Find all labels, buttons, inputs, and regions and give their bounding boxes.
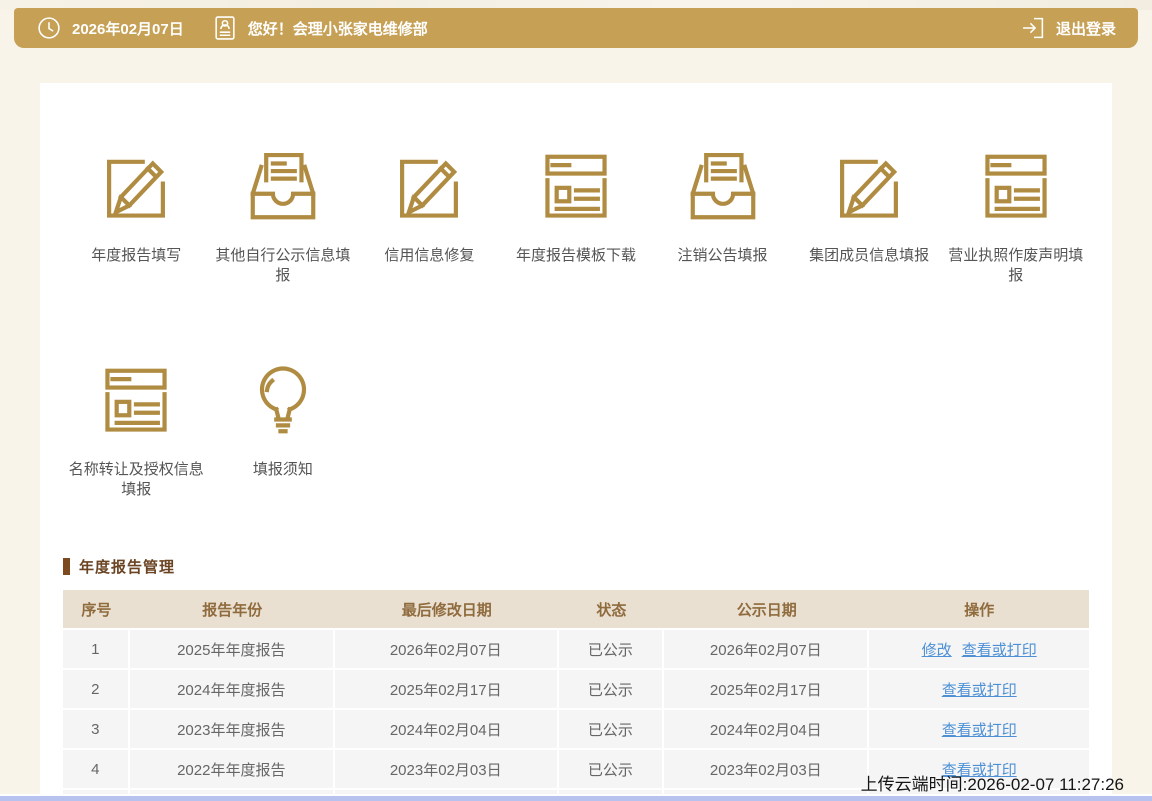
feature-item[interactable]: 信用信息修复 [356, 145, 503, 287]
feature-label: 信用信息修复 [384, 247, 475, 264]
feature-label: 年度报告填写 [91, 247, 182, 264]
cell-year: 2025年年度报告 [129, 630, 335, 670]
clock-icon [38, 17, 60, 39]
report-section-head: 年度报告管理 [63, 556, 1089, 577]
table-header-cell: 序号 [63, 590, 130, 630]
template-window-icon [105, 368, 167, 432]
cell-seq: 4 [63, 750, 130, 790]
cell-seq: 2 [63, 670, 130, 710]
table-header-cell: 状态 [558, 590, 665, 630]
logout-icon [1023, 17, 1044, 39]
template-window-icon [545, 154, 607, 218]
id-card-icon [215, 16, 235, 40]
feature-label: 填报须知 [252, 460, 313, 478]
logout-label: 退出登录 [1055, 20, 1116, 38]
table-row: 2 2024年年度报告 2025年02月17日 已公示 2025年02月17日 查看或打印 [63, 670, 1089, 710]
edit-square-icon [400, 159, 459, 218]
feature-item[interactable]: 其他自行公示信息填报 [210, 145, 357, 287]
cell-seq: 3 [63, 710, 130, 750]
feature-label: 营业执照作废声明填报 [948, 247, 1084, 285]
cell-status: 已公示 [558, 670, 665, 710]
feature-item[interactable]: 营业执照作废声明填报 [942, 145, 1089, 287]
feature-item[interactable]: 年度报告模板下载 [503, 145, 650, 287]
table-header-cell: 报告年份 [129, 590, 335, 630]
inbox-document-icon [690, 152, 755, 220]
current-date: 2026年02月07日 [72, 20, 184, 38]
feature-label: 其他自行公示信息填报 [215, 247, 351, 285]
cell-actions: 查看或打印 [869, 670, 1089, 710]
cell-modified: 2025年02月17日 [334, 670, 559, 710]
logout-button[interactable]: 退出登录 [1020, 15, 1116, 41]
user-greeting: 您好！会理小张家电维修部 [247, 20, 428, 38]
cell-status: 已公示 [558, 630, 665, 670]
feature-item[interactable]: 名称转让及授权信息填报 [63, 359, 210, 501]
feature-grid: 年度报告填写 其他自行公示信息填报 信用信息修复 年度报告模板下载 注销公告填报 集团成员… [63, 145, 1089, 500]
cell-year: 2023年年度报告 [129, 710, 335, 750]
view-or-print-link[interactable]: 查看或打印 [942, 682, 1017, 699]
cell-seq: 1 [63, 630, 130, 670]
section-title: 年度报告管理 [79, 559, 176, 576]
cell-status: 已公示 [558, 710, 665, 750]
cell-modified: 2023年02月03日 [334, 750, 559, 790]
cell-actions: 修改 查看或打印 [869, 630, 1089, 670]
feature-item[interactable]: 填报须知 [210, 359, 357, 501]
cell-modified: 2026年02月07日 [334, 630, 559, 670]
view-or-print-link[interactable]: 查看或打印 [942, 722, 1017, 739]
lightbulb-icon [259, 365, 306, 433]
table-header-cell: 最后修改日期 [334, 590, 559, 630]
modify-link[interactable]: 修改 [922, 642, 952, 659]
cell-published: 2025年02月17日 [664, 670, 870, 710]
topbar: 2026年02月07日 您好！会理小张家电维修部 退出登录 [14, 8, 1138, 48]
upload-cloud-timestamp: 上传云端时间:2026-02-07 11:27:26 [860, 775, 1124, 794]
cell-modified: 2024年02月04日 [334, 710, 559, 750]
table-header-cell: 操作 [869, 590, 1089, 630]
cell-year: 2022年年度报告 [129, 750, 335, 790]
cell-published: 2026年02月07日 [664, 630, 870, 670]
bottom-blue-line [0, 794, 1152, 801]
feature-item[interactable]: 集团成员信息填报 [796, 145, 943, 287]
cell-actions: 查看或打印 [869, 710, 1089, 750]
feature-item[interactable]: 注销公告填报 [649, 145, 796, 287]
inbox-document-icon [250, 152, 316, 220]
feature-item[interactable]: 年度报告填写 [63, 145, 210, 287]
topbar-user-group: 您好！会理小张家电维修部 [212, 15, 428, 41]
cell-published: 2023年02月03日 [664, 750, 870, 790]
view-or-print-link[interactable]: 查看或打印 [962, 642, 1037, 659]
cell-published: 2024年02月04日 [664, 710, 870, 750]
table-row: 1 2025年年度报告 2026年02月07日 已公示 2026年02月07日 修改 查看或… [63, 630, 1089, 670]
cell-year: 2024年年度报告 [129, 670, 335, 710]
section-accent-bar [63, 558, 70, 575]
feature-label: 名称转让及授权信息填报 [68, 460, 204, 498]
feature-label: 年度报告模板下载 [515, 247, 636, 264]
table-header-cell: 公示日期 [664, 590, 870, 630]
cell-status: 已公示 [558, 750, 665, 790]
edit-square-icon [840, 159, 899, 218]
feature-label: 注销公告填报 [677, 247, 768, 264]
template-window-icon [985, 154, 1047, 218]
topbar-date-group: 2026年02月07日 [36, 15, 184, 41]
table-row: 3 2023年年度报告 2024年02月04日 已公示 2024年02月04日 查看或打印 [63, 710, 1089, 750]
edit-square-icon [107, 159, 166, 218]
main-card: 年度报告填写 其他自行公示信息填报 信用信息修复 年度报告模板下载 注销公告填报 集团成员… [40, 83, 1112, 801]
table-header-row: 序号 报告年份 最后修改日期 状态 公示日期 操作 [63, 590, 1089, 630]
feature-label: 集团成员信息填报 [809, 247, 930, 264]
